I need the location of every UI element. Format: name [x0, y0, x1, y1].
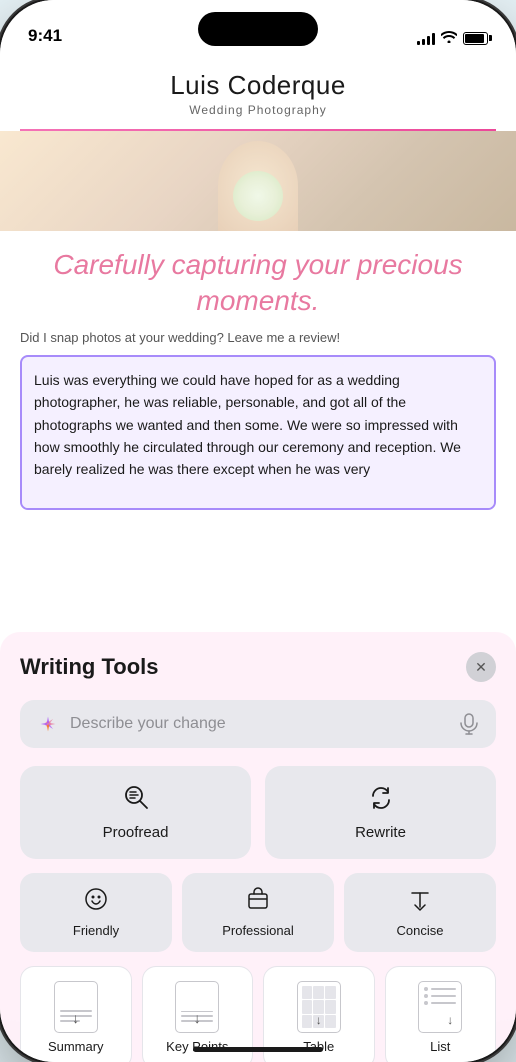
close-button[interactable]: ✕ [466, 652, 496, 682]
concise-icon [408, 887, 432, 917]
review-prompt: Did I snap photos at your wedding? Leave… [0, 330, 516, 355]
site-header: Luis Coderque Wedding Photography [0, 54, 516, 129]
table-doc-icon: ↓ [297, 981, 341, 1033]
list-button[interactable]: ↓ List [385, 966, 497, 1062]
key-points-doc-icon: ↓ [175, 981, 219, 1033]
concise-label: Concise [397, 923, 444, 938]
professional-icon [246, 887, 270, 917]
large-tools-row: Proofread Rewrite [20, 766, 496, 859]
signal-icon [417, 32, 435, 45]
status-icons [417, 30, 488, 46]
proofread-label: Proofread [103, 824, 169, 841]
search-placeholder-text: Describe your change [70, 715, 448, 733]
review-textarea[interactable]: Luis was everything we could have hoped … [20, 355, 496, 510]
small-tools-row: Friendly Professional [20, 873, 496, 952]
rewrite-button[interactable]: Rewrite [265, 766, 496, 859]
hero-image [0, 131, 516, 231]
mic-icon[interactable] [458, 713, 480, 735]
rewrite-label: Rewrite [355, 824, 406, 841]
battery-icon [463, 32, 488, 45]
status-time: 9:41 [28, 26, 62, 46]
summary-button[interactable]: ↓ Summary [20, 966, 132, 1062]
dynamic-island [198, 12, 318, 46]
summary-label: Summary [48, 1039, 104, 1054]
friendly-label: Friendly [73, 923, 119, 938]
home-indicator [193, 1047, 323, 1052]
phone-frame: 9:41 Luis Coderque Weddin [0, 0, 516, 1062]
professional-button[interactable]: Professional [182, 873, 334, 952]
rewrite-icon [368, 784, 394, 816]
review-text: Luis was everything we could have hoped … [34, 372, 461, 478]
describe-change-input[interactable]: Describe your change [20, 700, 496, 748]
summary-doc-icon: ↓ [54, 981, 98, 1033]
site-tagline: Carefully capturing your precious moment… [0, 231, 516, 330]
friendly-icon [84, 887, 108, 917]
site-title: Luis Coderque [20, 70, 496, 101]
proofread-button[interactable]: Proofread [20, 766, 251, 859]
wifi-icon [441, 30, 457, 46]
writing-tools-title: Writing Tools [20, 654, 159, 680]
concise-button[interactable]: Concise [344, 873, 496, 952]
professional-label: Professional [222, 923, 294, 938]
site-subtitle: Wedding Photography [20, 103, 496, 117]
writing-tools-header: Writing Tools ✕ [20, 652, 496, 682]
sparkle-icon [36, 712, 60, 736]
proofread-icon [123, 784, 149, 816]
list-label: List [430, 1039, 450, 1054]
writing-tools-panel: Writing Tools ✕ Describe your change [0, 632, 516, 1062]
list-doc-icon: ↓ [418, 981, 462, 1033]
friendly-button[interactable]: Friendly [20, 873, 172, 952]
